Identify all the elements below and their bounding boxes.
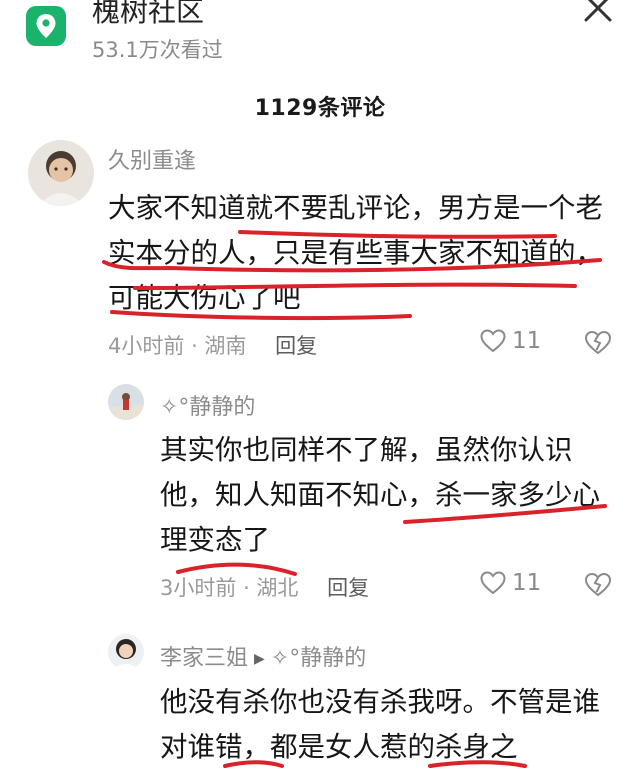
comment-username: 李家三姐 ▶ ✧°静静的 [160, 640, 366, 672]
comment-location: 湖南 [204, 334, 247, 358]
avatar[interactable] [108, 384, 144, 420]
comment-username[interactable]: 久别重逢 [108, 143, 196, 175]
view-count: 53.1万次看过 [92, 38, 223, 62]
reply-arrow-icon: ▶ [254, 651, 265, 667]
comment-meta: 4小时前 · 湖南 回复 [108, 334, 318, 358]
like-button[interactable]: 11 [480, 570, 541, 596]
like-count: 11 [512, 570, 542, 596]
comments-count-title: 1129条评论 [254, 96, 386, 121]
like-button[interactable]: 11 [480, 328, 541, 354]
comment-text: 其实你也同样不了解，虽然你认识他，知人知面不知心，杀一家多少心理变态了 [160, 434, 600, 556]
comment-username[interactable]: ✧°静静的 [160, 389, 255, 421]
heart-icon [480, 571, 506, 595]
top-bar: 槐树社区 53.1万次看过 [0, 0, 640, 70]
map-location-icon[interactable] [26, 6, 66, 46]
broken-heart-icon[interactable] [584, 330, 612, 358]
comment-text: 他没有杀你也没有杀我呀。不管是谁对谁错，都是女人惹的杀身之 [160, 686, 600, 763]
reply-button[interactable]: 回复 [327, 576, 369, 600]
reply-to-user[interactable]: ✧°静静的 [271, 646, 366, 671]
comment-time: 4小时前 [108, 334, 185, 358]
comment-author[interactable]: 李家三姐 [160, 646, 248, 671]
avatar[interactable] [28, 140, 94, 206]
app-name: 槐树社区 [92, 0, 205, 28]
broken-heart-icon[interactable] [584, 572, 612, 600]
comment-text: 大家不知道就不要乱评论，男方是一个老实本分的人，只是有些事大家不知道的，可能大伤… [108, 192, 603, 314]
avatar[interactable] [108, 634, 144, 670]
heart-icon [480, 329, 506, 353]
comment-time: 3小时前 [160, 576, 237, 600]
like-count: 11 [512, 328, 542, 354]
comment-location: 湖北 [256, 576, 299, 600]
reply-button[interactable]: 回复 [275, 334, 317, 358]
close-icon[interactable] [580, 0, 616, 26]
comment-meta: 3小时前 · 湖北 回复 [160, 576, 370, 600]
